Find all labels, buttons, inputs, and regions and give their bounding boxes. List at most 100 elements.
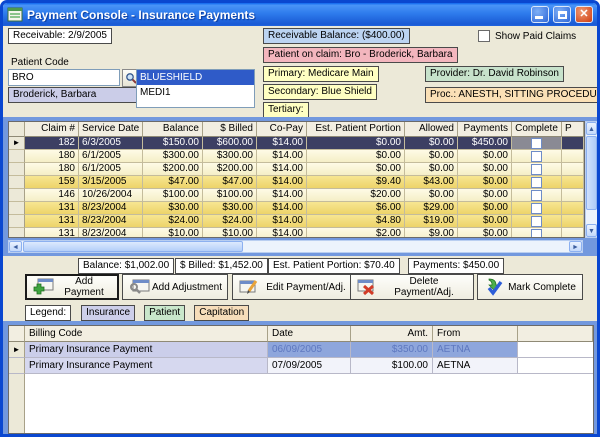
service-date: 6/3/2005 <box>79 137 143 150</box>
payment-row[interactable]: ►Primary Insurance Payment06/09/2005$350… <box>9 342 593 358</box>
claims-row[interactable]: 1806/1/2005$300.00$300.00$14.00$0.00$0.0… <box>9 150 584 163</box>
claim-number: 159 <box>25 176 79 189</box>
add-adjustment-button[interactable]: Add Adjustment <box>122 274 228 300</box>
insurance-option[interactable]: MEDI1 <box>137 85 254 100</box>
claims-vertical-scrollbar[interactable]: ▲ ▼ <box>585 121 598 238</box>
complete-cell <box>512 202 562 215</box>
minimize-button[interactable] <box>531 6 549 23</box>
claim-number: 131 <box>25 215 79 228</box>
payments-grid-body: ►Primary Insurance Payment06/09/2005$350… <box>9 342 593 374</box>
overflow-cell <box>562 137 584 150</box>
payments-column-header: Billing Code <box>25 326 268 342</box>
service-date: 3/15/2005 <box>79 176 143 189</box>
payments-column-header: Date <box>268 326 351 342</box>
edit-payment-button[interactable]: Edit Payment/Adj. <box>232 274 356 300</box>
scroll-up-icon[interactable]: ▲ <box>586 122 597 135</box>
claims-row[interactable]: 1593/15/2005$47.00$47.00$14.00$9.40$43.0… <box>9 176 584 189</box>
claims-row[interactable]: ►1826/3/2005$150.00$600.00$14.00$0.00$0.… <box>9 137 584 150</box>
add-payment-icon <box>31 278 55 296</box>
scroll-left-icon[interactable]: ◄ <box>9 241 22 252</box>
est-patient-portion: $2.00 <box>307 228 405 238</box>
payment-row[interactable]: Primary Insurance Payment07/09/2005$100.… <box>9 358 593 374</box>
balance: $100.00 <box>143 189 203 202</box>
empty-row-selector <box>9 374 25 434</box>
copay: $14.00 <box>257 150 307 163</box>
complete-checkbox[interactable] <box>531 203 542 214</box>
payments: $0.00 <box>458 163 512 176</box>
claims-row[interactable]: 1806/1/2005$200.00$200.00$14.00$0.00$0.0… <box>9 163 584 176</box>
row-selector[interactable] <box>9 163 25 176</box>
service-date: 6/1/2005 <box>79 163 143 176</box>
claims-column-header: $ Billed <box>203 122 257 137</box>
add-payment-button[interactable]: Add Payment <box>25 274 119 300</box>
balance: $200.00 <box>143 163 203 176</box>
scroll-right-icon[interactable]: ► <box>569 241 582 252</box>
service-date: 6/1/2005 <box>79 150 143 163</box>
row-selector[interactable] <box>9 176 25 189</box>
payments: $0.00 <box>458 228 512 238</box>
claims-row[interactable]: 1318/23/2004$24.00$24.00$14.00$4.80$19.0… <box>9 215 584 228</box>
complete-checkbox[interactable] <box>531 190 542 201</box>
patient-code-input[interactable] <box>8 69 120 86</box>
claims-grid: Claim #Service DateBalance$ BilledCo-Pay… <box>8 121 585 238</box>
maximize-button[interactable] <box>553 6 571 23</box>
complete-checkbox[interactable] <box>531 229 542 239</box>
scroll-down-icon[interactable]: ▼ <box>586 224 597 237</box>
payment-row-selector[interactable]: ► <box>9 342 25 358</box>
balance: $30.00 <box>143 202 203 215</box>
horizontal-scroll-thumb[interactable] <box>23 241 243 252</box>
complete-checkbox[interactable] <box>531 216 542 227</box>
payment-date: 07/09/2005 <box>268 358 351 374</box>
claims-row[interactable]: 1318/23/2004$10.00$10.00$14.00$2.00$9.00… <box>9 228 584 238</box>
row-selector[interactable] <box>9 202 25 215</box>
balance: $47.00 <box>143 176 203 189</box>
allowed: $29.00 <box>405 202 458 215</box>
vertical-scroll-thumb[interactable] <box>586 136 597 210</box>
claims-column-header: Est. Patient Portion <box>307 122 405 137</box>
payment-row-selector[interactable] <box>9 358 25 374</box>
insurance-option[interactable]: BLUESHIELD <box>137 70 254 85</box>
complete-checkbox[interactable] <box>531 138 542 149</box>
titlebar: Payment Console - Insurance Payments ✕ <box>3 3 597 26</box>
payments: $0.00 <box>458 215 512 228</box>
close-button[interactable]: ✕ <box>575 6 593 23</box>
billed: $200.00 <box>203 163 257 176</box>
claim-number: 180 <box>25 163 79 176</box>
claims-row[interactable]: 14610/26/2004$100.00$100.00$14.00$20.00$… <box>9 189 584 202</box>
overflow-cell <box>562 176 584 189</box>
insurance-listbox: BLUESHIELDMEDI1 <box>136 69 255 108</box>
est-patient-portion: $4.80 <box>307 215 405 228</box>
complete-checkbox[interactable] <box>531 177 542 188</box>
show-paid-claims-checkbox[interactable] <box>478 30 490 42</box>
row-selector[interactable] <box>9 150 25 163</box>
claims-horizontal-scrollbar[interactable]: ◄ ► <box>8 240 583 253</box>
claim-number: 146 <box>25 189 79 202</box>
est-patient-portion: $0.00 <box>307 163 405 176</box>
claim-number: 180 <box>25 150 79 163</box>
app-icon <box>7 7 23 22</box>
row-selector[interactable]: ► <box>9 137 25 150</box>
billed: $300.00 <box>203 150 257 163</box>
total-payments-box: Payments: $450.00 <box>408 258 504 274</box>
est-patient-portion: $20.00 <box>307 189 405 202</box>
claims-column-header: Allowed <box>405 122 458 137</box>
complete-checkbox[interactable] <box>531 164 542 175</box>
complete-checkbox[interactable] <box>531 151 542 162</box>
payment-amount: $100.00 <box>351 358 433 374</box>
mark-complete-button[interactable]: Mark Complete <box>477 274 583 300</box>
billed: $100.00 <box>203 189 257 202</box>
complete-cell <box>512 189 562 202</box>
claims-column-header: Balance <box>143 122 203 137</box>
payments: $0.00 <box>458 150 512 163</box>
row-selector[interactable] <box>9 189 25 202</box>
est-patient-portion: $9.40 <box>307 176 405 189</box>
payment-date: 06/09/2005 <box>268 342 351 358</box>
row-selector[interactable] <box>9 215 25 228</box>
payments-header-filler <box>518 326 593 342</box>
overflow-cell <box>562 215 584 228</box>
claims-grid-header: Claim #Service DateBalance$ BilledCo-Pay… <box>9 122 584 137</box>
row-selector[interactable] <box>9 228 25 238</box>
delete-payment-button[interactable]: Delete Payment/Adj. <box>350 274 474 300</box>
copay: $14.00 <box>257 189 307 202</box>
claims-row[interactable]: 1318/23/2004$30.00$30.00$14.00$6.00$29.0… <box>9 202 584 215</box>
